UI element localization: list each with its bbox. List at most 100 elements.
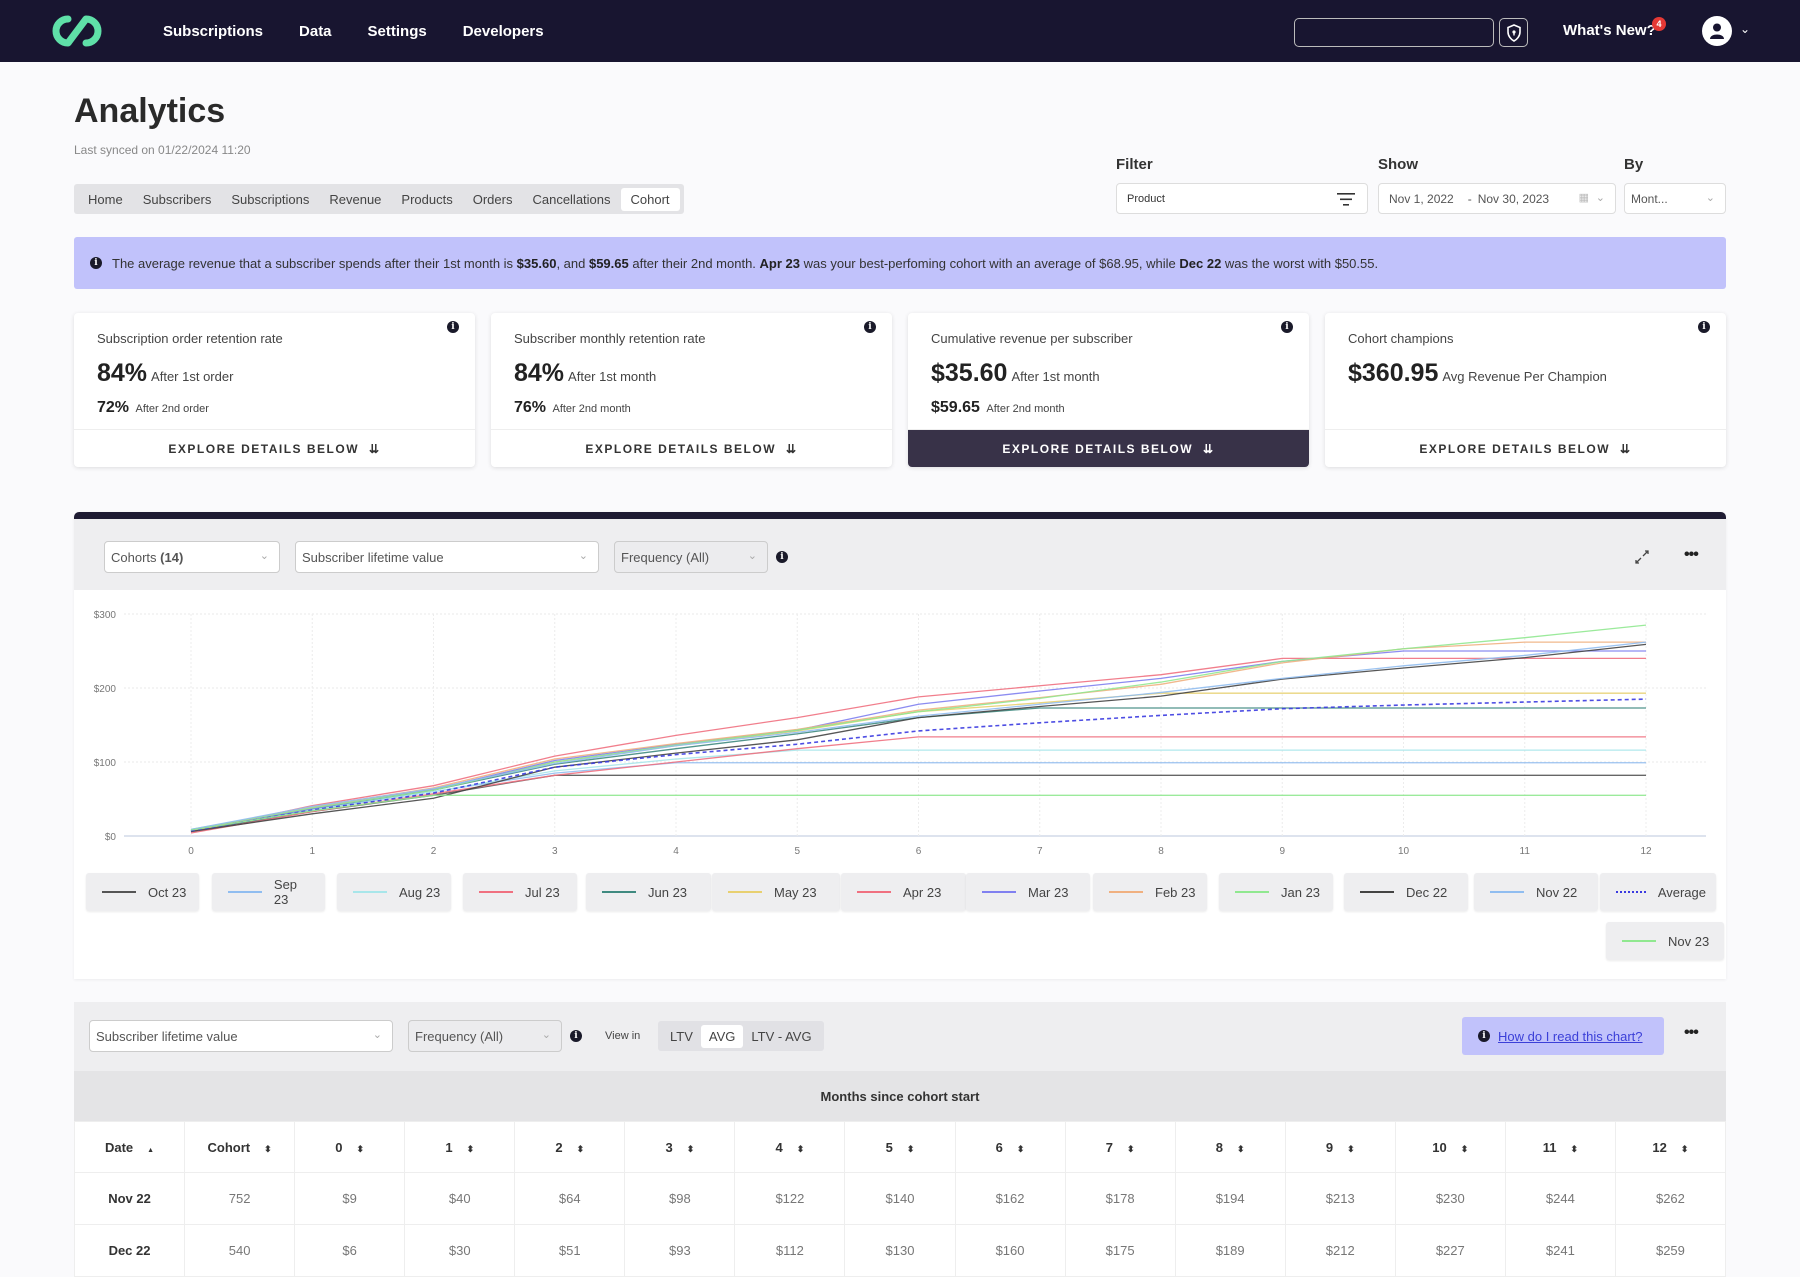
cell-value: $98: [624, 1172, 736, 1225]
nav-data[interactable]: Data: [299, 23, 332, 40]
legend-item[interactable]: Jun 23: [586, 873, 711, 911]
legend-swatch: [353, 891, 387, 893]
explore-details-button[interactable]: EXPLORE DETAILS BELOW ⇊: [74, 429, 475, 467]
sort-icon[interactable]: ⬍: [357, 1144, 365, 1154]
legend-item[interactable]: Oct 23: [86, 873, 199, 911]
legend-item[interactable]: Feb 23: [1093, 873, 1207, 911]
column-header[interactable]: 5 ⬍: [844, 1121, 956, 1173]
cell-value: $130: [844, 1224, 956, 1277]
legend-swatch: [857, 891, 891, 893]
sort-icon[interactable]: ⬍: [1681, 1144, 1689, 1154]
nav-settings[interactable]: Settings: [368, 23, 427, 40]
sort-icon[interactable]: ⬍: [577, 1144, 585, 1154]
legend-item[interactable]: Aug 23: [337, 873, 451, 911]
tab-revenue[interactable]: Revenue: [319, 188, 391, 211]
table-frequency-select[interactable]: Frequency (All) ⌄: [408, 1020, 562, 1052]
legend-item[interactable]: Nov 23: [1606, 922, 1724, 960]
sort-icon[interactable]: ⬍: [1461, 1144, 1469, 1154]
sort-asc-icon[interactable]: ▲: [147, 1147, 154, 1154]
explore-details-button[interactable]: EXPLORE DETAILS BELOW ⇊: [491, 429, 892, 467]
cell-value: $64: [514, 1172, 626, 1225]
column-header[interactable]: 7 ⬍: [1064, 1121, 1176, 1173]
cell-value: $213: [1284, 1172, 1396, 1225]
legend-swatch: [728, 891, 762, 893]
column-header[interactable]: 9 ⬍: [1284, 1121, 1396, 1173]
search-input[interactable]: [1294, 18, 1494, 47]
period-select[interactable]: Mont... ⌄: [1624, 183, 1726, 214]
column-header[interactable]: 6 ⬍: [954, 1121, 1066, 1173]
legend-item[interactable]: Nov 22: [1474, 873, 1598, 911]
sort-icon[interactable]: ⬍: [467, 1144, 475, 1154]
date-range-picker[interactable]: Nov 1, 2022 - Nov 30, 2023 ▦ ⌄: [1378, 183, 1616, 214]
tab-subscriptions[interactable]: Subscriptions: [221, 188, 319, 211]
column-header[interactable]: 10 ⬍: [1394, 1121, 1506, 1173]
info-icon[interactable]: i: [570, 1030, 582, 1042]
legend-item[interactable]: Apr 23: [841, 873, 966, 911]
column-header[interactable]: 2 ⬍: [514, 1121, 626, 1173]
sort-icon[interactable]: ⬍: [1017, 1144, 1025, 1154]
sort-icon[interactable]: ⬍: [687, 1144, 695, 1154]
legend-item[interactable]: Jan 23: [1219, 873, 1333, 911]
more-options-icon[interactable]: •••: [1684, 546, 1699, 564]
sort-icon[interactable]: ⬍: [907, 1144, 915, 1154]
user-avatar[interactable]: [1702, 16, 1732, 46]
nav-developers[interactable]: Developers: [463, 23, 544, 40]
cell-value: $160: [954, 1224, 1066, 1277]
cohorts-select[interactable]: Cohorts (14) ⌄: [104, 541, 280, 573]
sort-icon[interactable]: ⬍: [797, 1144, 805, 1154]
whats-new-link[interactable]: What's New?: [1563, 22, 1656, 39]
legend-item[interactable]: Jul 23: [463, 873, 577, 911]
x-tick-label: 2: [431, 846, 437, 857]
expand-icon[interactable]: [1634, 549, 1650, 565]
sort-icon[interactable]: ⬍: [264, 1144, 272, 1154]
legend-item[interactable]: Dec 22: [1344, 873, 1468, 911]
column-header[interactable]: Cohort ⬍: [184, 1121, 296, 1173]
view-ltv-avg[interactable]: LTV - AVG: [743, 1025, 819, 1048]
table-metric-select[interactable]: Subscriber lifetime value ⌄: [89, 1020, 393, 1052]
tab-products[interactable]: Products: [391, 188, 462, 211]
column-header[interactable]: 8 ⬍: [1174, 1121, 1286, 1173]
explore-details-button[interactable]: EXPLORE DETAILS BELOW ⇊: [1325, 429, 1726, 467]
info-icon[interactable]: i: [776, 551, 788, 563]
legend-item[interactable]: Sep 23: [212, 873, 325, 911]
more-options-icon[interactable]: •••: [1684, 1024, 1699, 1042]
column-header[interactable]: 1 ⬍: [404, 1121, 516, 1173]
legend-item[interactable]: May 23: [712, 873, 840, 911]
cell-value: $140: [844, 1172, 956, 1225]
tab-subscribers[interactable]: Subscribers: [133, 188, 222, 211]
sort-icon[interactable]: ⬍: [1237, 1144, 1245, 1154]
view-ltv[interactable]: LTV: [662, 1025, 701, 1048]
tab-orders[interactable]: Orders: [463, 188, 523, 211]
explore-details-button[interactable]: EXPLORE DETAILS BELOW ⇊: [908, 429, 1309, 467]
column-header[interactable]: Date ▲: [73, 1121, 186, 1173]
view-avg[interactable]: AVG: [700, 1024, 744, 1048]
legend-item[interactable]: Average: [1600, 873, 1716, 911]
sort-icon[interactable]: ⬍: [1347, 1144, 1355, 1154]
sort-icon[interactable]: ⬍: [1570, 1144, 1578, 1154]
column-header[interactable]: 12 ⬍: [1614, 1121, 1727, 1173]
how-to-read-link[interactable]: How do I read this chart?: [1498, 1029, 1643, 1044]
frequency-select[interactable]: Frequency (All) ⌄: [614, 541, 768, 573]
app-logo-icon[interactable]: [46, 13, 108, 49]
info-icon[interactable]: i: [864, 321, 876, 333]
tab-cohort[interactable]: Cohort: [620, 187, 680, 211]
chevron-down-icon[interactable]: ⌄: [1740, 22, 1750, 36]
metric-select[interactable]: Subscriber lifetime value ⌄: [295, 541, 599, 573]
legend-swatch: [1360, 891, 1394, 893]
column-header[interactable]: 4 ⬍: [734, 1121, 846, 1173]
tab-home[interactable]: Home: [78, 188, 133, 211]
sort-icon[interactable]: ⬍: [1127, 1144, 1135, 1154]
info-icon[interactable]: i: [1698, 321, 1710, 333]
column-header[interactable]: 0 ⬍: [294, 1121, 406, 1173]
filter-select[interactable]: Product: [1116, 183, 1368, 214]
cell-value: $9: [294, 1172, 406, 1225]
info-icon[interactable]: i: [1281, 321, 1293, 333]
info-icon[interactable]: i: [447, 321, 459, 333]
column-header[interactable]: 11 ⬍: [1504, 1121, 1616, 1173]
security-button[interactable]: [1499, 18, 1528, 47]
legend-item[interactable]: Mar 23: [966, 873, 1090, 911]
date-start: Nov 1, 2022: [1389, 191, 1454, 206]
tab-cancellations[interactable]: Cancellations: [522, 188, 620, 211]
nav-subscriptions[interactable]: Subscriptions: [163, 23, 263, 40]
column-header[interactable]: 3 ⬍: [624, 1121, 736, 1173]
